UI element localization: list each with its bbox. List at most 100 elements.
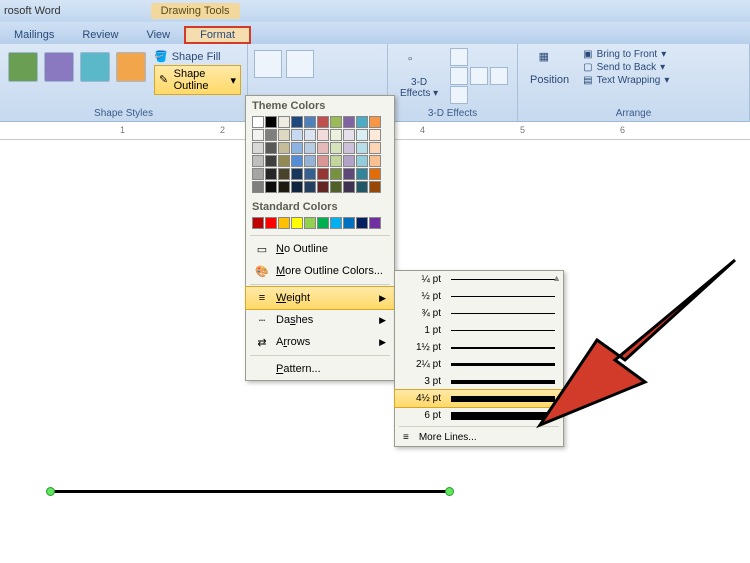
- weight-option[interactable]: ¼ pt: [395, 271, 563, 288]
- color-swatch[interactable]: [304, 168, 316, 180]
- tilt-button[interactable]: [470, 67, 488, 85]
- color-swatch[interactable]: [369, 116, 381, 128]
- color-swatch[interactable]: [252, 168, 264, 180]
- color-swatch[interactable]: [265, 168, 277, 180]
- color-swatch[interactable]: [252, 142, 264, 154]
- tab-view[interactable]: View: [132, 26, 184, 44]
- color-swatch[interactable]: [356, 129, 368, 141]
- color-swatch[interactable]: [265, 129, 277, 141]
- color-swatch[interactable]: [265, 142, 277, 154]
- color-swatch[interactable]: [278, 217, 290, 229]
- color-swatch[interactable]: [291, 129, 303, 141]
- weight-option[interactable]: 1½ pt: [395, 339, 563, 356]
- weight-option[interactable]: 6 pt: [395, 407, 563, 424]
- color-swatch[interactable]: [330, 217, 342, 229]
- tilt-button[interactable]: [490, 67, 508, 85]
- color-swatch[interactable]: [330, 181, 342, 193]
- color-swatch[interactable]: [278, 142, 290, 154]
- weight-option[interactable]: ½ pt: [395, 288, 563, 305]
- more-outline-colors-item[interactable]: 🎨 More Outline Colors...: [246, 260, 394, 282]
- color-swatch[interactable]: [291, 217, 303, 229]
- color-swatch[interactable]: [291, 155, 303, 167]
- color-swatch[interactable]: [291, 142, 303, 154]
- tab-review[interactable]: Review: [68, 26, 132, 44]
- color-swatch[interactable]: [343, 217, 355, 229]
- color-swatch[interactable]: [304, 129, 316, 141]
- color-swatch[interactable]: [278, 168, 290, 180]
- color-swatch[interactable]: [356, 116, 368, 128]
- dashes-item[interactable]: ┄ Dashes ▶: [246, 309, 394, 331]
- weight-option[interactable]: 2¼ pt: [395, 356, 563, 373]
- weight-option[interactable]: 3 pt: [395, 373, 563, 390]
- color-swatch[interactable]: [343, 168, 355, 180]
- color-swatch[interactable]: [265, 181, 277, 193]
- style-swatch[interactable]: [116, 52, 146, 82]
- position-button[interactable]: ▦ Position: [524, 48, 575, 88]
- color-swatch[interactable]: [317, 155, 329, 167]
- style-swatch[interactable]: [80, 52, 110, 82]
- color-swatch[interactable]: [278, 129, 290, 141]
- color-swatch[interactable]: [369, 168, 381, 180]
- color-swatch[interactable]: [317, 116, 329, 128]
- color-swatch[interactable]: [317, 168, 329, 180]
- color-swatch[interactable]: [304, 155, 316, 167]
- color-swatch[interactable]: [291, 181, 303, 193]
- more-lines-item[interactable]: ≡More Lines...: [395, 429, 563, 446]
- color-swatch[interactable]: [330, 142, 342, 154]
- style-swatch[interactable]: [44, 52, 74, 82]
- color-swatch[interactable]: [252, 217, 264, 229]
- weight-option[interactable]: ¾ pt: [395, 305, 563, 322]
- color-swatch[interactable]: [343, 181, 355, 193]
- color-swatch[interactable]: [356, 217, 368, 229]
- color-swatch[interactable]: [278, 155, 290, 167]
- send-to-back-button[interactable]: ▢Send to Back ▾: [583, 61, 669, 74]
- color-swatch[interactable]: [369, 217, 381, 229]
- color-swatch[interactable]: [317, 129, 329, 141]
- color-swatch[interactable]: [252, 116, 264, 128]
- color-swatch[interactable]: [343, 155, 355, 167]
- bring-to-front-button[interactable]: ▣Bring to Front ▾: [583, 48, 669, 61]
- color-swatch[interactable]: [317, 217, 329, 229]
- color-swatch[interactable]: [317, 142, 329, 154]
- color-swatch[interactable]: [343, 116, 355, 128]
- color-swatch[interactable]: [265, 155, 277, 167]
- style-swatch[interactable]: [8, 52, 38, 82]
- shadow-gallery-item[interactable]: [254, 50, 282, 78]
- tilt-button[interactable]: [450, 67, 468, 85]
- color-swatch[interactable]: [330, 168, 342, 180]
- shape-outline-button[interactable]: ✎ Shape Outline ▾: [154, 65, 241, 95]
- color-swatch[interactable]: [252, 181, 264, 193]
- color-swatch[interactable]: [356, 155, 368, 167]
- color-swatch[interactable]: [278, 116, 290, 128]
- color-swatch[interactable]: [304, 142, 316, 154]
- color-swatch[interactable]: [291, 116, 303, 128]
- color-swatch[interactable]: [343, 129, 355, 141]
- color-swatch[interactable]: [356, 142, 368, 154]
- pattern-item[interactable]: Pattern...: [246, 358, 394, 380]
- color-swatch[interactable]: [356, 181, 368, 193]
- color-swatch[interactable]: [343, 142, 355, 154]
- color-swatch[interactable]: [369, 142, 381, 154]
- color-swatch[interactable]: [278, 181, 290, 193]
- color-swatch[interactable]: [252, 155, 264, 167]
- arrows-item[interactable]: ⇄ Arrows ▶: [246, 331, 394, 353]
- color-swatch[interactable]: [252, 129, 264, 141]
- weight-option[interactable]: 1 pt: [395, 322, 563, 339]
- text-wrapping-button[interactable]: ▤Text Wrapping ▾: [583, 74, 669, 87]
- color-swatch[interactable]: [317, 181, 329, 193]
- tilt-button[interactable]: [450, 48, 468, 66]
- scroll-up-icon[interactable]: ▲: [552, 273, 561, 283]
- tab-mailings[interactable]: Mailings: [0, 26, 68, 44]
- color-swatch[interactable]: [330, 116, 342, 128]
- color-swatch[interactable]: [356, 168, 368, 180]
- color-swatch[interactable]: [369, 181, 381, 193]
- selected-line-shape[interactable]: [50, 490, 450, 493]
- color-swatch[interactable]: [330, 129, 342, 141]
- shape-styles-gallery[interactable]: [6, 48, 148, 86]
- color-swatch[interactable]: [369, 155, 381, 167]
- color-swatch[interactable]: [304, 181, 316, 193]
- weight-option[interactable]: 4½ pt: [394, 389, 564, 408]
- color-swatch[interactable]: [291, 168, 303, 180]
- color-swatch[interactable]: [265, 217, 277, 229]
- shape-fill-button[interactable]: 🪣 Shape Fill: [154, 50, 241, 63]
